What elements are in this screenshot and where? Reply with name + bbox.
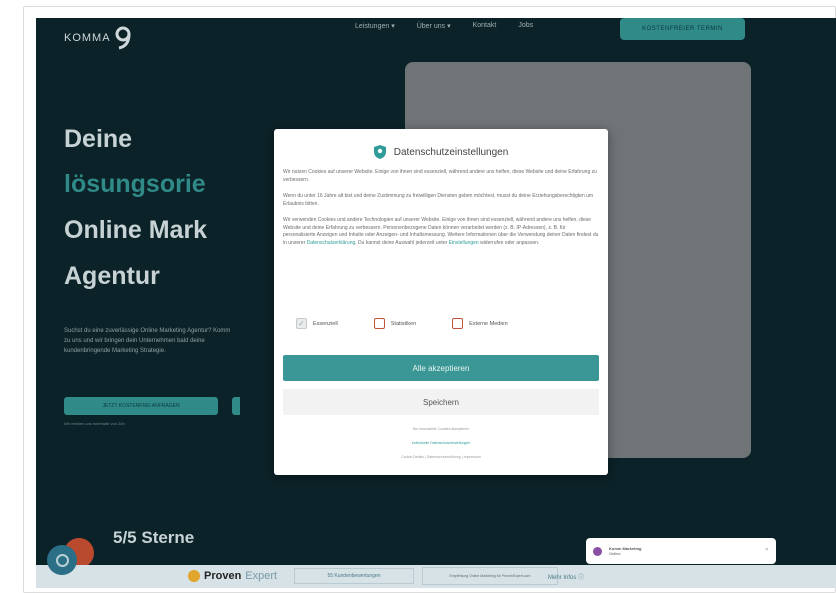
consent-options: ✓ Essenziell Statistiken Externe Medien xyxy=(296,318,508,329)
review-description: Empfehlung Online Marketing für ProvenEx… xyxy=(422,567,558,585)
hero-subtext: Suchst du eine zuverlässige Online Marke… xyxy=(64,328,231,354)
only-essential-link[interactable]: Nur essenzielle Cookies akzeptieren xyxy=(274,427,608,431)
chat-status: Online xyxy=(609,551,621,556)
more-info-link[interactable]: Mehr Infos ⓘ xyxy=(548,572,584,581)
chat-notification[interactable]: Komm Marketing Online ✕ xyxy=(586,538,776,564)
settings-link[interactable]: Einstellungen xyxy=(449,240,479,246)
proven-expert-seal-icon xyxy=(188,570,200,582)
consent-paragraph-1: Wir nutzen Cookies auf unserer Website. … xyxy=(283,169,597,183)
consent-paragraph-2: Wenn du unter 16 Jahre alt bist und dein… xyxy=(283,193,594,207)
hero-title-line-2: lösungsorie xyxy=(64,170,206,198)
option-essenziell[interactable]: ✓ Essenziell xyxy=(296,318,338,329)
checkbox-externe-medien[interactable] xyxy=(452,318,464,329)
review-count[interactable]: 55 Kundenbewertungen xyxy=(294,568,414,584)
nav-item-kontakt[interactable]: Kontakt xyxy=(473,22,497,30)
chat-open-button[interactable] xyxy=(47,545,77,575)
privacy-policy-link[interactable]: Datenschutzerklärung xyxy=(307,240,356,246)
hero-secondary-button[interactable] xyxy=(232,397,240,415)
consent-header: Datenschutzeinstellungen xyxy=(274,145,608,159)
nav-item-leistungen[interactable]: Leistungen ▾ xyxy=(355,22,395,30)
hero-note: Wir melden uns innerhalb von 24h xyxy=(64,421,125,426)
main-nav: Leistungen ▾ Über uns ▾ Kontakt Jobs xyxy=(355,22,533,30)
hero-cta-button[interactable]: JETZT KOSTENFREI ANFRAGEN xyxy=(64,397,218,415)
logo-text: KOMMA xyxy=(64,32,111,44)
accept-all-button[interactable]: Alle akzeptieren xyxy=(283,355,599,381)
site-logo[interactable]: KOMMA xyxy=(64,26,133,50)
option-essenziell-label: Essenziell xyxy=(313,320,338,327)
consent-footer-links[interactable]: Cookie-Details | Datenschutzerklärung | … xyxy=(274,455,608,459)
consent-paragraph-3-end: . Du kannst deine Auswahl jederzeit unte… xyxy=(355,239,448,246)
hero-title-line-1: Deine xyxy=(64,125,133,153)
checkbox-essenziell[interactable]: ✓ xyxy=(296,318,307,329)
close-icon[interactable]: ✕ xyxy=(765,547,769,553)
consent-paragraph-3-end-2: widerrufen oder anpassen. xyxy=(480,239,540,246)
individual-settings-link[interactable]: Individuelle Datenschutzeinstellungen xyxy=(274,441,608,445)
checkbox-statistiken[interactable] xyxy=(373,318,385,329)
chat-avatar xyxy=(593,546,602,556)
consent-title: Datenschutzeinstellungen xyxy=(393,146,509,158)
nav-item-jobs[interactable]: Jobs xyxy=(518,22,533,30)
option-statistiken[interactable]: Statistiken xyxy=(373,318,417,329)
hero-title-line-3: Online Mark xyxy=(64,216,208,244)
hero-title-line-4: Agentur xyxy=(64,262,160,290)
consent-paragraph-3: Wir verwenden Cookies und andere Technol… xyxy=(283,217,599,247)
chat-bubble-icon xyxy=(55,553,69,567)
proven-expert-bar: Proven Expert 55 Kundenbewertungen Empfeh… xyxy=(36,565,836,588)
option-externe-medien-label: Externe Medien xyxy=(469,320,508,327)
proven-expert-logo[interactable]: Proven Expert xyxy=(188,570,277,582)
cookie-consent-dialog: Datenschutzeinstellungen Wir nutzen Cook… xyxy=(274,129,608,475)
proven-expert-brand-b: Expert xyxy=(245,570,278,582)
shield-nine-icon xyxy=(373,145,386,159)
option-statistiken-label: Statistiken xyxy=(390,320,417,327)
proven-expert-brand-a: Proven xyxy=(204,570,242,582)
header-cta-button[interactable]: KOSTENFREIER TERMIN xyxy=(620,18,745,40)
option-externe-medien[interactable]: Externe Medien xyxy=(452,318,508,329)
save-button[interactable]: Speichern xyxy=(283,389,599,415)
nav-item-ueber-uns[interactable]: Über uns ▾ xyxy=(417,22,451,30)
logo-nine-icon xyxy=(115,26,131,50)
rating-text: 5/5 Sterne xyxy=(113,528,195,547)
